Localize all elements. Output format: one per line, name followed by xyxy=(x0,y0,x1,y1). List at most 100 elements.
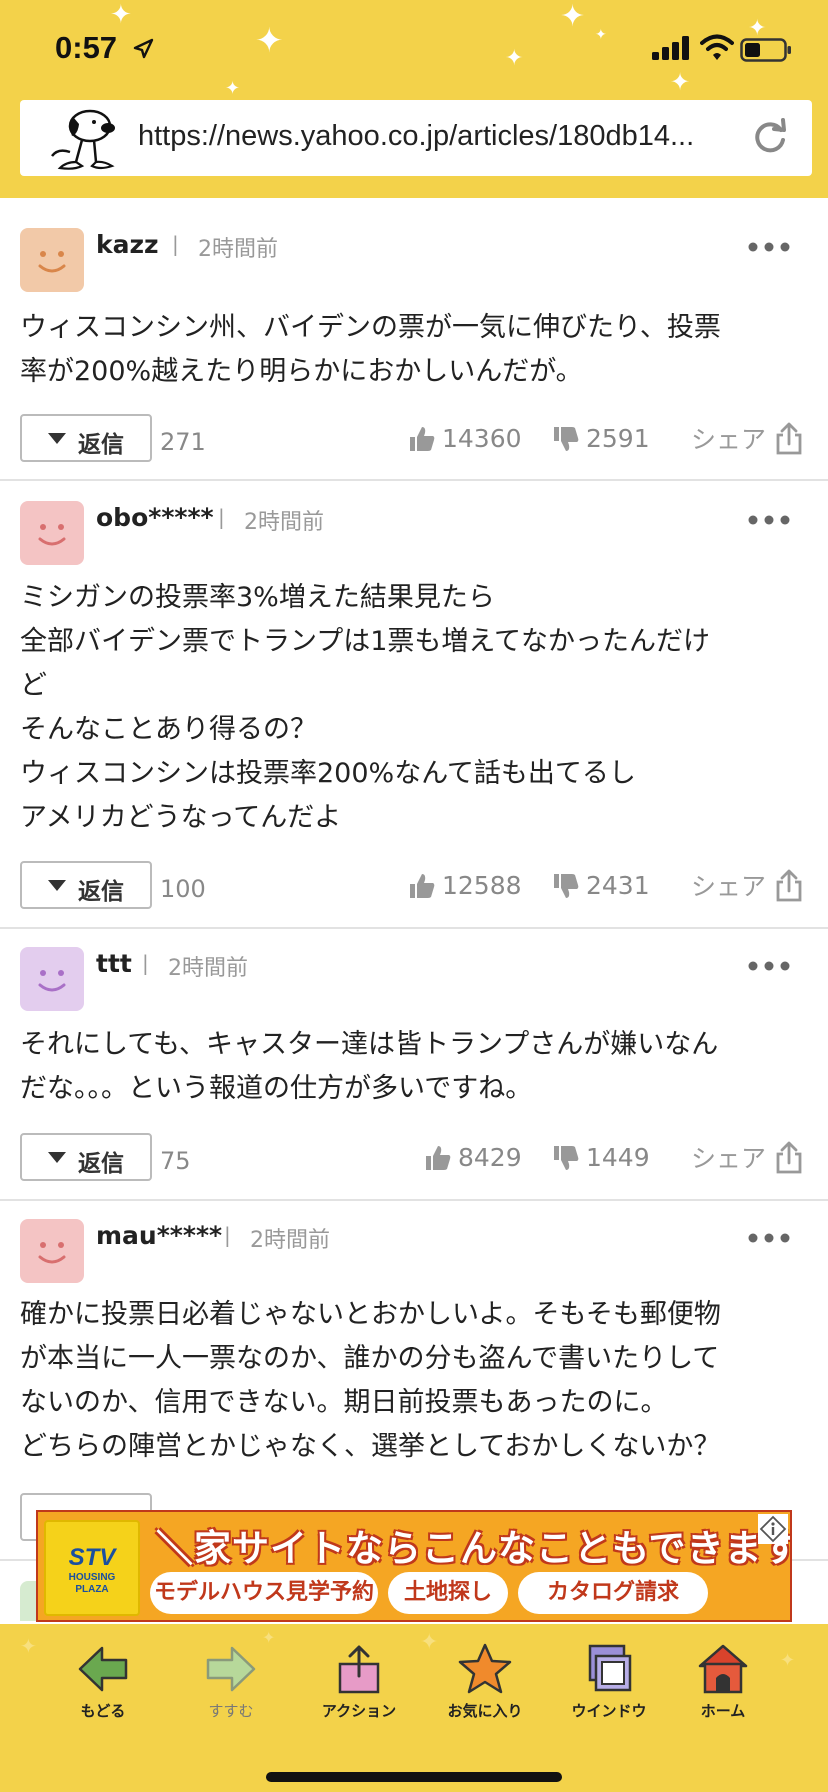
avatar[interactable] xyxy=(20,501,84,565)
top-header: ✦ ✦ ✦ ✦ ✦ ✦ ✦ ✦ 0:57 https://news.yahoo.… xyxy=(0,0,828,198)
like-button[interactable]: 8429 xyxy=(424,1143,522,1172)
smiley-avatar-icon xyxy=(20,228,84,292)
thumbs-up-icon xyxy=(410,873,435,898)
back-label: もどる xyxy=(80,1702,126,1720)
home-label: ホーム xyxy=(700,1702,746,1720)
reply-count: 271 xyxy=(160,428,206,456)
ad-button-land-search[interactable]: 土地探し xyxy=(388,1572,508,1614)
like-button[interactable]: 14360 xyxy=(408,424,522,453)
dislike-count: 2591 xyxy=(586,424,650,453)
more-options-icon[interactable] xyxy=(748,1233,790,1243)
meta-separator: | xyxy=(142,951,149,975)
ad-button-model-house[interactable]: モデルハウス見学予約 xyxy=(150,1572,378,1614)
url-text[interactable]: https://news.yahoo.co.jp/articles/180db1… xyxy=(138,120,758,153)
home-button[interactable]: ホーム xyxy=(668,1642,778,1742)
dislike-button[interactable]: 2431 xyxy=(552,871,650,900)
comment-text: ウィスコンシン州、バイデンの票が一気に伸びたり、投票 率が200%越えたり明らか… xyxy=(20,312,721,387)
more-options-icon[interactable] xyxy=(748,961,790,971)
meta-separator: | xyxy=(224,1223,231,1247)
battery-icon xyxy=(740,38,791,62)
reply-button[interactable]: 返信 xyxy=(20,861,152,909)
comment-username[interactable]: mau***** xyxy=(96,1221,222,1250)
share-button[interactable]: シェア xyxy=(691,1139,804,1175)
comment-text: それにしても、キャスター達は皆トランプさんが嫌いなん だな。。。という報道の仕方… xyxy=(20,1029,719,1104)
reply-button[interactable]: 返信 xyxy=(20,414,152,462)
home-indicator xyxy=(266,1772,562,1782)
comment-time: 2時間前 xyxy=(250,1228,330,1253)
back-button[interactable]: もどる xyxy=(48,1642,158,1742)
star-icon xyxy=(458,1643,512,1694)
comment-item: obo***** | 2時間前 ミシガンの投票率3%増えた結果見たら 全部バイデ… xyxy=(0,481,828,929)
comment-item: ttt | 2時間前 それにしても、キャスター達は皆トランプさんが嫌いなん だな… xyxy=(0,929,828,1201)
avatar[interactable] xyxy=(20,1219,84,1283)
dislike-button[interactable]: 1449 xyxy=(552,1143,650,1172)
dislike-count: 2431 xyxy=(586,871,650,900)
sparkle-decoration: ✦ xyxy=(595,27,607,43)
window-label: ウインドウ xyxy=(571,1702,647,1720)
sparkle-decoration: ✦ xyxy=(255,21,284,61)
comment-username[interactable]: obo***** xyxy=(96,503,214,532)
action-share-icon xyxy=(338,1645,380,1694)
snoopy-logo-icon xyxy=(51,109,115,170)
comment-time: 2時間前 xyxy=(198,237,278,262)
comment-time: 2時間前 xyxy=(168,956,248,981)
triangle-down-icon xyxy=(48,880,66,891)
comment-text: 確かに投票日必着じゃないとおかしいよ。そもそも郵便物 が本当に一人一票なのか、誰… xyxy=(20,1299,721,1462)
action-label: アクション xyxy=(321,1702,397,1720)
thumbs-down-icon xyxy=(554,873,579,898)
bottom-toolbar: ✦ ✦ ✦ ✦ もどる すすむ アクション お気に入り ウインドウ ホーム xyxy=(0,1624,828,1792)
smiley-avatar-icon xyxy=(20,501,84,565)
window-button[interactable]: ウインドウ xyxy=(554,1642,664,1742)
reply-count: 100 xyxy=(160,875,206,903)
smiley-avatar-icon xyxy=(20,947,84,1011)
address-bar[interactable]: https://news.yahoo.co.jp/articles/180db1… xyxy=(20,100,812,176)
dislike-count: 1449 xyxy=(586,1143,650,1172)
comment-time: 2時間前 xyxy=(244,510,324,535)
comment-username[interactable]: kazz xyxy=(96,230,159,259)
like-button[interactable]: 12588 xyxy=(408,871,522,900)
more-options-icon[interactable] xyxy=(748,515,790,525)
ad-logo-text: STV xyxy=(68,1544,116,1571)
share-label: シェア xyxy=(690,425,766,454)
sparkle-decoration: ✦ xyxy=(670,68,691,96)
sparkle-decoration: ✦ xyxy=(20,1634,37,1658)
sparkle-decoration: ✦ xyxy=(110,0,132,30)
share-label: シェア xyxy=(690,872,766,901)
forward-label: すすむ xyxy=(208,1702,254,1720)
share-button[interactable]: シェア xyxy=(691,420,804,456)
thumbs-down-icon xyxy=(554,1145,579,1170)
sparkle-decoration: ✦ xyxy=(505,46,524,71)
dislike-button[interactable]: 2591 xyxy=(552,424,650,453)
share-icon xyxy=(776,869,802,902)
ad-banner[interactable]: STV HOUSING PLAZA ＼家サイトならこんなこともできます!!／ モ… xyxy=(36,1510,792,1622)
share-label: シェア xyxy=(690,1144,766,1173)
comment-text: ミシガンの投票率3%増えた結果見たら 全部バイデン票でトランプは1票も増えてなか… xyxy=(20,582,711,833)
action-button[interactable]: アクション xyxy=(304,1642,414,1742)
sparkle-decoration: ✦ xyxy=(780,1650,796,1671)
triangle-down-icon xyxy=(48,1152,66,1163)
reload-icon[interactable] xyxy=(750,118,790,158)
sparkle-decoration: ✦ xyxy=(225,78,241,99)
forward-button[interactable]: すすむ xyxy=(176,1642,286,1742)
like-count: 12588 xyxy=(442,871,522,900)
comment-item: kazz | 2時間前 ウィスコンシン州、バイデンの票が一気に伸びたり、投票 率… xyxy=(0,198,828,481)
thumbs-up-icon xyxy=(426,1145,451,1170)
meta-separator: | xyxy=(172,232,179,256)
avatar[interactable] xyxy=(20,228,84,292)
forward-arrow-icon xyxy=(206,1646,256,1692)
cellular-signal-icon xyxy=(652,36,689,60)
reply-label: 返信 xyxy=(78,432,124,458)
share-button[interactable]: シェア xyxy=(691,867,804,903)
avatar[interactable] xyxy=(20,947,84,1011)
reply-button[interactable]: 返信 xyxy=(20,1133,152,1181)
comment-username[interactable]: ttt xyxy=(96,949,132,978)
ad-logo-subtext: PLAZA xyxy=(75,1584,109,1595)
comment-item: mau***** | 2時間前 確かに投票日必着じゃないとおかしいよ。そもそも郵… xyxy=(0,1201,828,1561)
ad-button-catalog[interactable]: カタログ請求 xyxy=(518,1572,708,1614)
ad-headline: ＼家サイトならこんなこともできます!!／ xyxy=(156,1527,790,1570)
ad-info-icon[interactable] xyxy=(758,1514,788,1544)
favorites-button[interactable]: お気に入り xyxy=(430,1642,540,1742)
thumbs-up-icon xyxy=(410,426,435,451)
more-options-icon[interactable] xyxy=(748,242,790,252)
reply-count: 75 xyxy=(160,1147,191,1175)
